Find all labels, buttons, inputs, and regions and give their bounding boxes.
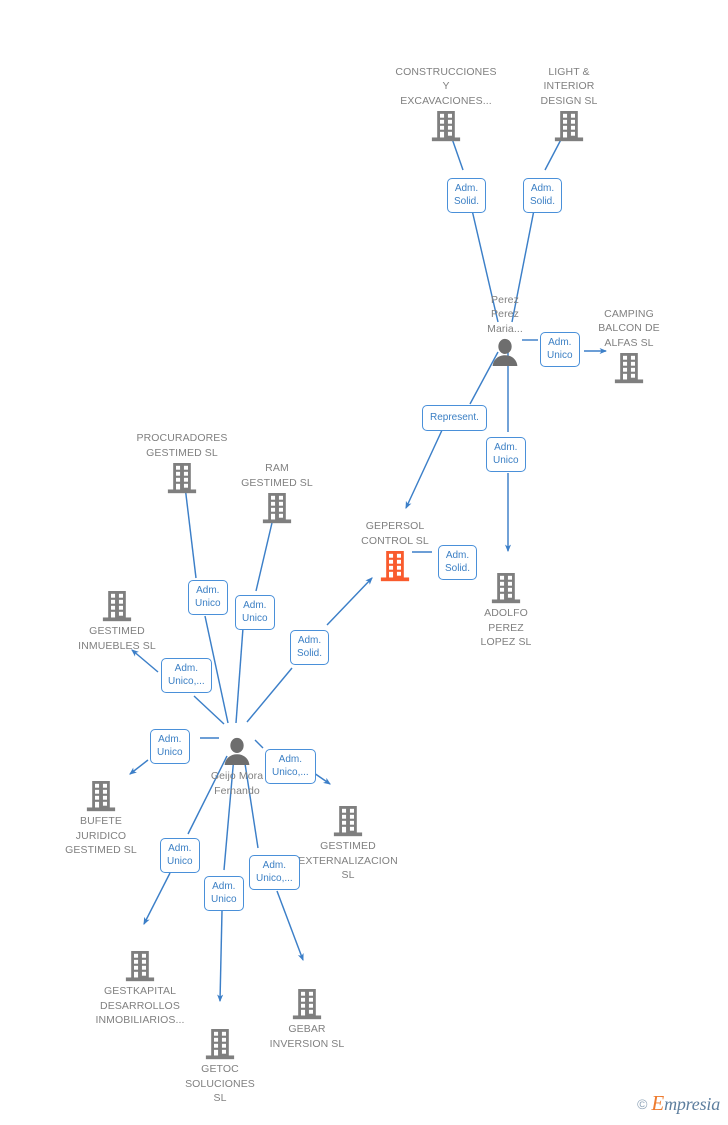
building-icon [292, 989, 322, 1020]
building-icon [380, 551, 410, 582]
edge-geijo-gebar-b [276, 890, 304, 962]
edge-label-geijo_mora-to-gebar[interactable]: Adm. Unico,... [249, 855, 300, 890]
building-icon [491, 573, 521, 604]
person-icon [224, 737, 250, 765]
edge-geijo-gestkapital-b [143, 872, 171, 926]
graph-node-gestimed_inmu[interactable]: GESTIMED INMUEBLES SL [52, 590, 182, 653]
light_interior-icon[interactable] [504, 110, 634, 142]
edge-label-geijo_mora-to-getoc[interactable]: Adm. Unico [204, 876, 244, 911]
edge-label-geijo_mora-to-gestkapital[interactable]: Adm. Unico [160, 838, 200, 873]
ram_gestimed-icon[interactable] [212, 492, 342, 524]
graph-canvas: CONSTRUCCIONES Y EXCAVACIONES... LIGHT & … [0, 0, 728, 1125]
camping_balcon-icon[interactable] [564, 352, 694, 384]
gestimed_inmu-label: GESTIMED INMUEBLES SL [78, 625, 156, 652]
empresia-logo: Empresia [651, 1091, 720, 1116]
gestkapital-label: GESTKAPITAL DESARROLLOS INMOBILIARIOS... [95, 985, 185, 1026]
graph-node-ram_gestimed[interactable]: RAM GESTIMED SL [212, 461, 342, 524]
perez_maria-label: Perez Perez Maria... [487, 293, 523, 335]
edge-label-perez_maria-to-adolfo_perez[interactable]: Adm. Unico [486, 437, 526, 472]
edge-perez-gepersol-b [405, 427, 444, 510]
edge-geijo-bufete-b [129, 759, 149, 775]
gepersol-label: GEPERSOL CONTROL SL [361, 520, 429, 547]
edge-label-gepersol-to-adolfo_perez[interactable]: Adm. Solid. [438, 545, 478, 580]
light_interior-label: LIGHT & INTERIOR DESIGN SL [540, 65, 598, 107]
edge-geijo-ram-a [235, 627, 244, 724]
graph-node-camping_balcon[interactable]: CAMPING BALCON DE ALFAS SL [564, 307, 694, 385]
edge-label-perez_maria-to-light_interior[interactable]: Adm. Solid. [523, 178, 563, 213]
getoc-label: GETOC SOLUCIONES SL [185, 1063, 255, 1104]
copyright-symbol: © [637, 1095, 648, 1112]
construcciones-label: CONSTRUCCIONES Y EXCAVACIONES... [395, 65, 497, 107]
building-icon [167, 463, 197, 494]
edge-geijo-gepersol-a [246, 667, 293, 723]
edge-label-geijo_mora-to-gepersol[interactable]: Adm. Solid. [290, 630, 330, 665]
bufete-icon[interactable] [36, 780, 166, 812]
edge-label-geijo_mora-to-gestimed_inmu[interactable]: Adm. Unico,... [161, 658, 212, 693]
graph-node-adolfo_perez[interactable]: ADOLFO PEREZ LOPEZ SL [441, 572, 571, 650]
building-icon [614, 353, 644, 384]
edge-label-geijo_mora-to-procuradores[interactable]: Adm. Unico [188, 580, 228, 615]
graph-node-light_interior[interactable]: LIGHT & INTERIOR DESIGN SL [504, 65, 634, 143]
empresia-logo-rest: mpresia [664, 1094, 720, 1114]
edge-label-geijo_mora-to-ram_gestimed[interactable]: Adm. Unico [235, 595, 275, 630]
building-icon [86, 781, 116, 812]
edge-geijo-gepersol-b [326, 577, 373, 626]
ram_gestimed-label: RAM GESTIMED SL [241, 462, 313, 489]
building-icon [431, 111, 461, 142]
graph-node-gestimed_ext[interactable]: GESTIMED EXTERNALIZACION SL [283, 805, 413, 883]
empresia-logo-initial: E [651, 1091, 665, 1115]
edge-label-perez_maria-to-gepersol[interactable]: Represent. [422, 405, 487, 431]
edge-label-perez_maria-to-camping_balcon[interactable]: Adm. Unico [540, 332, 580, 367]
edge-geijo-inmuebles-b [131, 649, 159, 673]
person-icon [492, 338, 518, 366]
bufete-label: BUFETE JURIDICO GESTIMED SL [65, 815, 137, 856]
adolfo_perez-label: ADOLFO PEREZ LOPEZ SL [480, 607, 532, 648]
edge-geijo-externalizacion-b [313, 772, 331, 785]
building-icon [262, 493, 292, 524]
watermark: © Empresia [637, 1091, 720, 1116]
edge-label-geijo_mora-to-bufete[interactable]: Adm. Unico [150, 729, 190, 764]
graph-node-gebar[interactable]: GEBAR INVERSION SL [242, 988, 372, 1051]
graph-node-gestkapital[interactable]: GESTKAPITAL DESARROLLOS INMOBILIARIOS... [75, 950, 205, 1028]
gestimed_ext-label: GESTIMED EXTERNALIZACION SL [298, 840, 398, 881]
building-icon [554, 111, 584, 142]
edge-geijo-getoc-b [217, 910, 224, 1003]
gestimed_inmu-icon[interactable] [52, 590, 182, 622]
gestimed_ext-icon[interactable] [283, 805, 413, 837]
camping_balcon-label: CAMPING BALCON DE ALFAS SL [598, 307, 660, 349]
building-icon [125, 951, 155, 982]
gebar-icon[interactable] [242, 988, 372, 1020]
building-icon [102, 591, 132, 622]
edge-geijo-inmuebles-a [193, 695, 225, 725]
edge-label-geijo_mora-to-gestimed_ext[interactable]: Adm. Unico,... [265, 749, 316, 784]
graph-node-construcciones[interactable]: CONSTRUCCIONES Y EXCAVACIONES... [381, 65, 511, 143]
graph-node-bufete[interactable]: BUFETE JURIDICO GESTIMED SL [36, 780, 166, 858]
building-icon [333, 806, 363, 837]
edge-label-perez_maria-to-construcciones[interactable]: Adm. Solid. [447, 178, 487, 213]
gestkapital-icon[interactable] [75, 950, 205, 982]
procuradores-label: PROCURADORES GESTIMED SL [136, 432, 228, 459]
construcciones-icon[interactable] [381, 110, 511, 142]
building-icon [205, 1029, 235, 1060]
gebar-label: GEBAR INVERSION SL [269, 1023, 345, 1050]
